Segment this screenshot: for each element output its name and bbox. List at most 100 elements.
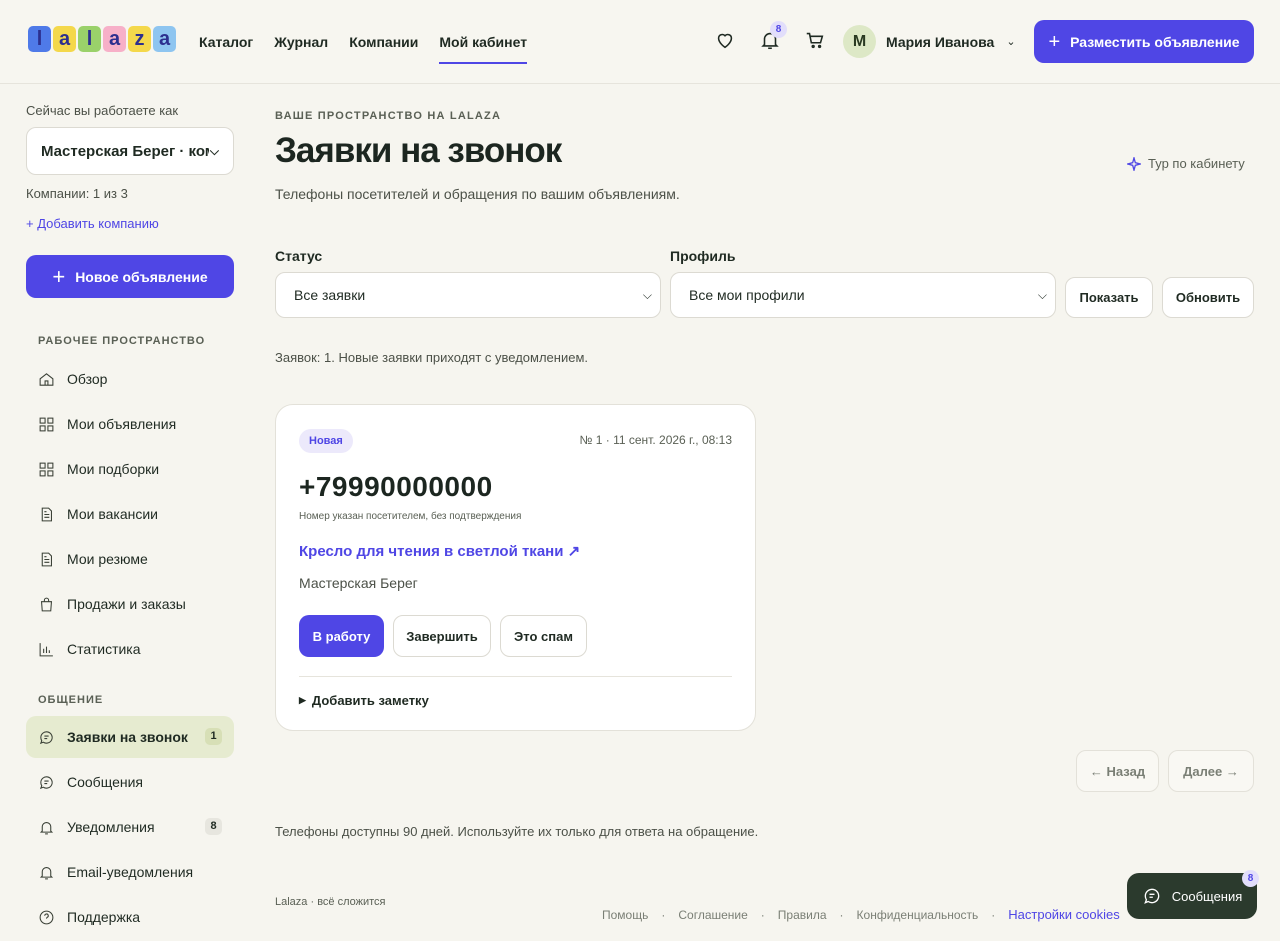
footer-link-help[interactable]: Помощь: [602, 908, 648, 922]
status-filter-label: Статус: [275, 248, 323, 264]
user-menu[interactable]: М Мария Иванова ⌄: [843, 25, 1016, 58]
sidebar-item-label: Мои объявления: [67, 416, 177, 432]
bell-icon: [39, 866, 54, 879]
triangle-right-icon: ▶: [299, 695, 306, 705]
notifications-bell-icon[interactable]: 8: [759, 21, 787, 53]
home-icon: [39, 372, 54, 386]
bag-icon: [40, 597, 53, 611]
main-nav: Каталог Журнал Компании Мой кабинет: [199, 0, 527, 84]
sidebar-item-workspace_items-2[interactable]: Мои подборки: [26, 448, 234, 490]
logo-letter: l: [28, 26, 51, 52]
cart-icon[interactable]: [804, 29, 828, 53]
sparkle-icon: [1127, 156, 1141, 171]
messages-chat-label: Сообщения: [1171, 888, 1243, 904]
document-icon: [41, 507, 52, 521]
chevron-down-icon: ⌵: [642, 287, 652, 302]
logo-letter: l: [78, 26, 101, 52]
sidebar-item-label: Продажи и заказы: [67, 596, 186, 612]
notifications-badge: 8: [770, 21, 787, 38]
logo-letter: a: [103, 26, 126, 52]
chat-icon: [1143, 888, 1160, 904]
sidebar-item-label: Сообщения: [67, 774, 143, 790]
sidebar-item-workspace_items-5[interactable]: Продажи и заказы: [26, 583, 234, 625]
new-ad-button[interactable]: + Новое объявление: [26, 255, 234, 298]
section-workspace: РАБОЧЕЕ ПРОСТРАНСТВО: [38, 335, 206, 347]
chevron-down-icon: ⌵: [209, 143, 219, 158]
footer-link-agreement[interactable]: Соглашение: [678, 908, 747, 922]
company-select[interactable]: Мастерская Берег · компания ⌵: [26, 127, 234, 175]
messages-chat-button[interactable]: Сообщения 8: [1127, 870, 1259, 919]
footer-link-rules[interactable]: Правила: [778, 908, 827, 922]
sidebar-item-comm_items-3[interactable]: Email-уведомления: [26, 851, 234, 893]
sidebar-item-badge: 1: [205, 728, 222, 745]
show-button[interactable]: Показать: [1065, 277, 1153, 318]
messages-chat-badge: 8: [1242, 870, 1259, 887]
sidebar-item-label: Поддержка: [67, 909, 141, 925]
companies-count: Компании: 1 из 3: [26, 186, 128, 201]
sidebar-item-label: Обзор: [67, 371, 108, 387]
nav-journal[interactable]: Журнал: [274, 0, 328, 84]
footer-link-cookies[interactable]: Настройки cookies: [1008, 907, 1119, 922]
tour-label: Тур по кабинету: [1148, 156, 1245, 171]
chevron-down-icon: ⌵: [1037, 287, 1047, 302]
sidebar-item-workspace_items-1[interactable]: Мои объявления: [26, 403, 234, 445]
logo-letter: z: [128, 26, 151, 52]
take-to-work-button[interactable]: В работу: [299, 615, 384, 657]
ad-link[interactable]: Кресло для чтения в светлой ткани ↗: [299, 542, 580, 560]
callback-request-card: Новая № 1 · 11 сент. 2026 г., 08:13 +799…: [275, 404, 756, 731]
sidebar-item-badge: 8: [205, 818, 222, 835]
bell-icon: [39, 821, 54, 834]
divider: [299, 676, 732, 677]
sidebar-item-comm_items-4[interactable]: Поддержка: [26, 896, 234, 938]
plus-icon: +: [52, 263, 66, 289]
top-header: lalaza Каталог Журнал Компании Мой кабин…: [0, 0, 1280, 84]
nav-companies[interactable]: Компании: [349, 0, 418, 84]
page-eyebrow: ВАШЕ ПРОСТРАНСТВО НА LALAZA: [275, 110, 502, 122]
document-icon: [41, 552, 52, 566]
working-as-caption: Сейчас вы работаете как: [26, 103, 179, 118]
user-name: Мария Иванова: [886, 33, 995, 50]
status-badge: Новая: [299, 429, 353, 453]
logo-letter: a: [53, 26, 76, 52]
nav-my-cabinet[interactable]: Мой кабинет: [439, 0, 527, 84]
footer-link-privacy[interactable]: Конфиденциальность: [857, 908, 979, 922]
sidebar-item-label: Статистика: [67, 641, 141, 657]
complete-button[interactable]: Завершить: [393, 615, 491, 657]
pagination-next-button[interactable]: Далее →: [1168, 750, 1254, 792]
separator-dot: ·: [991, 907, 996, 922]
sidebar-item-comm_items-1[interactable]: Сообщения: [26, 761, 234, 803]
sidebar-item-workspace_items-0[interactable]: Обзор: [26, 358, 234, 400]
request-meta: № 1 · 11 сент. 2026 г., 08:13: [579, 433, 732, 447]
refresh-button[interactable]: Обновить: [1162, 277, 1254, 318]
sidebar-item-comm_items-0[interactable]: Заявки на звонок 1: [26, 716, 234, 758]
sidebar-item-workspace_items-6[interactable]: Статистика: [26, 628, 234, 670]
sidebar-item-comm_items-2[interactable]: Уведомления 8: [26, 806, 234, 848]
company-select-value: Мастерская Берег · компания: [41, 142, 209, 160]
separator-dot: ·: [760, 907, 765, 922]
chat-icon: [39, 730, 53, 744]
separator-dot: ·: [839, 907, 844, 922]
pagination-prev-button[interactable]: ← Назад: [1076, 750, 1159, 792]
section-communication: ОБЩЕНИЕ: [38, 694, 104, 706]
sidebar-item-label: Заявки на звонок: [67, 729, 188, 745]
add-company-link[interactable]: + Добавить компанию: [26, 216, 159, 231]
mark-spam-button[interactable]: Это спам: [500, 615, 587, 657]
post-ad-button[interactable]: + Разместить объявление: [1034, 20, 1254, 63]
sidebar-item-label: Мои вакансии: [67, 506, 158, 522]
plus-icon: +: [1048, 30, 1061, 53]
sidebar-item-workspace_items-3[interactable]: Мои вакансии: [26, 493, 234, 535]
sidebar-item-workspace_items-4[interactable]: Мои резюме: [26, 538, 234, 580]
footer-copyright: Lalaza · всё сложится: [275, 896, 386, 908]
add-note-toggle[interactable]: ▶ Добавить заметку: [299, 693, 429, 708]
lalaza-logo[interactable]: lalaza: [28, 26, 176, 52]
profile-filter-select[interactable]: Все мои профили ⌵: [670, 272, 1056, 318]
new-ad-label: Новое объявление: [75, 268, 208, 285]
favorites-heart-icon[interactable]: [714, 29, 738, 53]
phone-note: Номер указан посетителем, без подтвержде…: [299, 511, 522, 522]
visitor-phone[interactable]: +79990000000: [299, 471, 493, 503]
profile-filter-label: Профиль: [670, 248, 736, 264]
nav-catalog[interactable]: Каталог: [199, 0, 253, 84]
tour-link[interactable]: Тур по кабинету: [1127, 156, 1245, 171]
profile-filter-value: Все мои профили: [689, 287, 805, 303]
status-filter-select[interactable]: Все заявки ⌵: [275, 272, 661, 318]
